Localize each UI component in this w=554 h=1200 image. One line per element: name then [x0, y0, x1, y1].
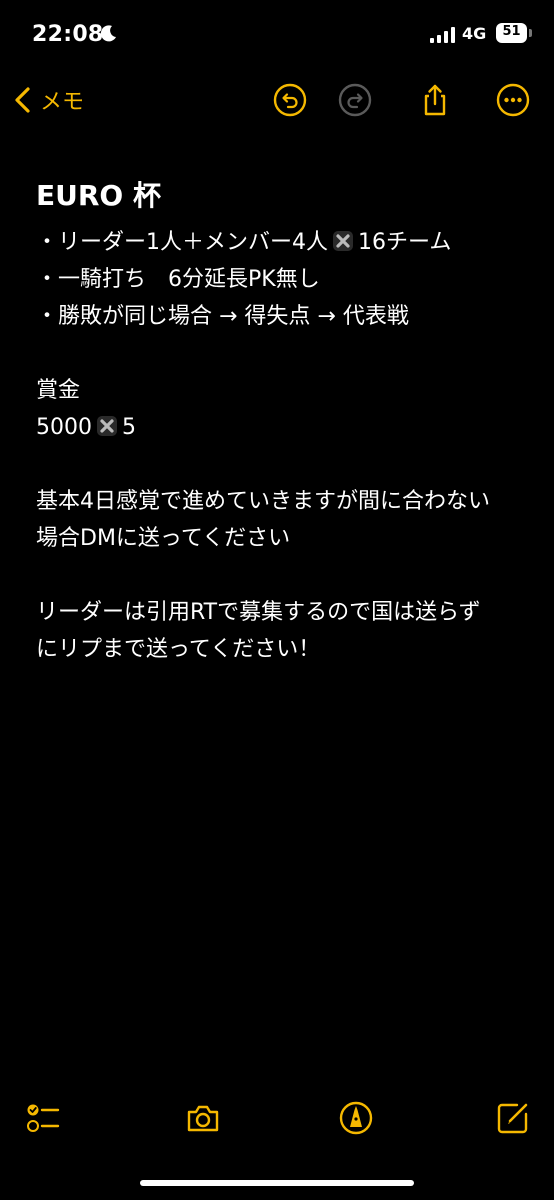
multiply-icon	[332, 227, 354, 251]
note-line-suffix: 5	[122, 415, 136, 440]
moon-icon	[100, 25, 116, 42]
back-button[interactable]: メモ	[12, 82, 84, 118]
bottom-toolbar	[0, 1095, 554, 1145]
note-line-text: にリプまで送ってください！	[36, 637, 321, 662]
note-line-text: 賞金	[36, 378, 81, 403]
redo-icon[interactable]	[338, 83, 372, 117]
more-icon[interactable]	[496, 83, 530, 117]
multiply-icon	[96, 412, 118, 436]
undo-icon[interactable]	[273, 83, 307, 117]
note-line: リーダーは引用RTで募集するので国は送らず	[36, 594, 526, 631]
battery-level: 51	[502, 24, 521, 39]
compose-icon[interactable]	[496, 1101, 530, 1135]
note-line-suffix: 16チーム	[358, 230, 452, 255]
note-line-text: リーダーは引用RTで募集するので国は送らず	[36, 600, 481, 625]
note-line-text: ・一騎打ち 6分延長PK無し	[36, 267, 320, 292]
status-bar: 22:08 4G 51	[0, 0, 554, 70]
network-label: 4G	[462, 24, 487, 43]
note-line-text: 5000	[36, 415, 92, 440]
note-lines: ・リーダー1人＋メンバー4人 16チーム・一騎打ち 6分延長PK無し・勝敗が同じ場…	[36, 224, 526, 668]
note-body[interactable]: EURO 杯 ・リーダー1人＋メンバー4人 16チーム・一騎打ち 6分延長PK無し…	[36, 176, 526, 668]
note-line-text: 場合DMに送ってください	[36, 526, 291, 551]
note-line-text: ・勝敗が同じ場合 → 得失点 → 代表戦	[36, 304, 409, 329]
note-line: 基本4日感覚で進めていきますが間に合わない	[36, 483, 526, 520]
signal-icon	[430, 27, 455, 43]
note-line-text: ・リーダー1人＋メンバー4人	[36, 230, 328, 255]
share-icon[interactable]	[418, 83, 452, 117]
markup-icon[interactable]	[339, 1101, 373, 1135]
note-title: EURO 杯	[36, 179, 161, 212]
note-line: にリプまで送ってください！	[36, 631, 526, 668]
note-line: 場合DMに送ってください	[36, 520, 526, 557]
home-indicator[interactable]	[140, 1180, 414, 1186]
nav-bar: メモ	[0, 70, 554, 130]
checklist-icon[interactable]	[26, 1101, 60, 1135]
battery-icon: 51	[496, 23, 532, 43]
status-time: 22:08	[32, 22, 104, 47]
note-line: ・勝敗が同じ場合 → 得失点 → 代表戦	[36, 298, 526, 335]
note-line: 賞金	[36, 372, 526, 409]
note-line: 5000 5	[36, 409, 526, 446]
note-line: ・一騎打ち 6分延長PK無し	[36, 261, 526, 298]
note-line: ・リーダー1人＋メンバー4人 16チーム	[36, 224, 526, 261]
back-label: メモ	[40, 90, 85, 115]
note-line-text: 基本4日感覚で進めていきますが間に合わない	[36, 489, 490, 514]
camera-icon[interactable]	[186, 1101, 220, 1135]
chevron-left-icon	[15, 87, 30, 113]
